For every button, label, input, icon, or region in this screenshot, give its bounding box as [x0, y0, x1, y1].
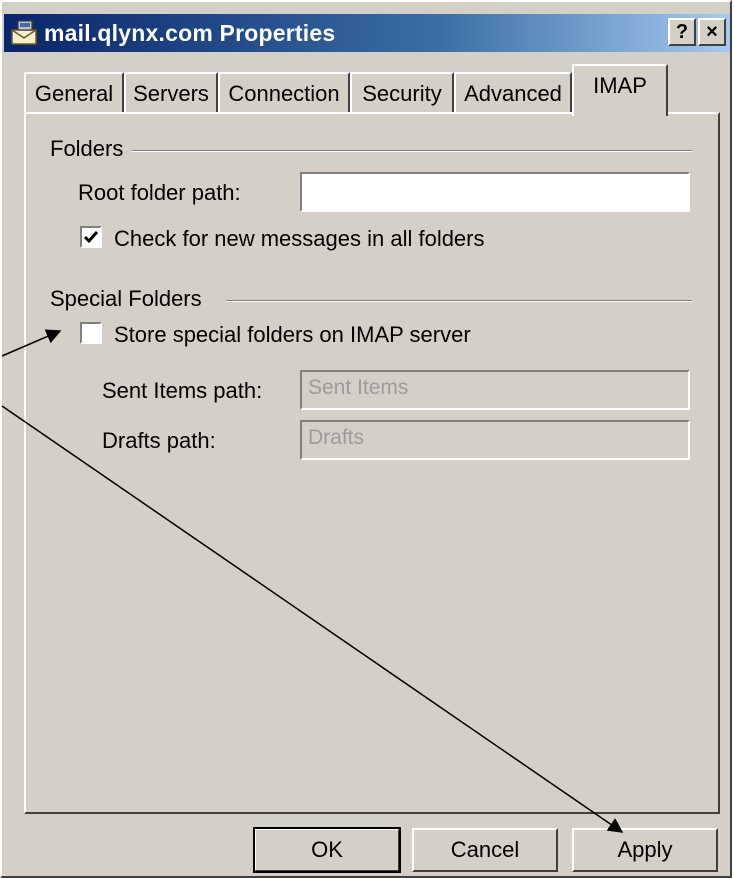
apply-button[interactable]: Apply: [572, 828, 718, 872]
mail-server-icon: [10, 20, 40, 46]
tab-connection[interactable]: Connection: [218, 72, 350, 114]
check-all-folders-checkbox[interactable]: [80, 226, 102, 248]
root-folder-input[interactable]: [300, 172, 690, 212]
drafts-input[interactable]: Drafts: [300, 420, 690, 460]
root-folder-label: Root folder path:: [78, 180, 241, 205]
tab-imap[interactable]: IMAP: [572, 64, 668, 116]
tab-security[interactable]: Security: [350, 72, 454, 114]
tab-servers[interactable]: Servers: [124, 72, 218, 114]
tab-advanced[interactable]: Advanced: [454, 72, 572, 114]
special-folders-group-divider: [226, 300, 692, 302]
help-button[interactable]: ?: [668, 18, 696, 46]
cancel-button[interactable]: Cancel: [412, 828, 558, 872]
title-bar[interactable]: mail.qlynx.com Properties ? ×: [4, 14, 730, 52]
properties-dialog: mail.qlynx.com Properties ? × General Se…: [0, 0, 732, 878]
sent-items-label: Sent Items path:: [102, 378, 263, 403]
ok-button[interactable]: OK: [253, 827, 401, 873]
folders-group-divider: [132, 150, 692, 152]
close-button[interactable]: ×: [698, 18, 726, 46]
folders-group-title: Folders: [50, 136, 130, 162]
check-all-folders-label[interactable]: Check for new messages in all folders: [114, 226, 485, 252]
checkmark-icon: [83, 231, 99, 244]
sent-items-input[interactable]: Sent Items: [300, 370, 690, 410]
dialog-title: mail.qlynx.com Properties: [44, 19, 336, 46]
store-special-folders-checkbox[interactable]: [80, 322, 102, 344]
store-special-folders-label[interactable]: Store special folders on IMAP server: [114, 322, 471, 348]
tab-general[interactable]: General: [24, 72, 124, 114]
special-folders-group-title: Special Folders: [50, 286, 208, 312]
imap-tab-panel: Folders Root folder path: Check for new …: [24, 112, 720, 814]
drafts-label: Drafts path:: [102, 428, 216, 453]
